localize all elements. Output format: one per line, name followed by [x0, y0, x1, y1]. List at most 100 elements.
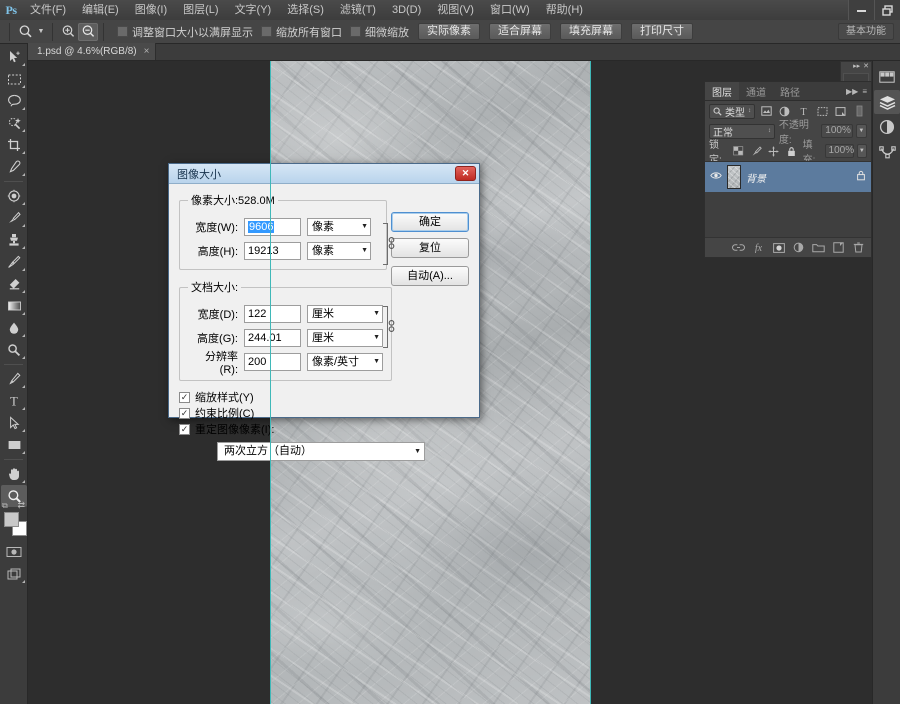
swap-colors-icon[interactable]: ⇄: [17, 500, 25, 511]
pixel-width-input[interactable]: 9606: [244, 217, 301, 236]
dialog-title-bar[interactable]: 图像大小 ✕: [169, 164, 479, 184]
ok-button[interactable]: 确定: [391, 212, 469, 232]
tab-paths[interactable]: 路径: [773, 82, 807, 100]
layer-name[interactable]: 背景: [746, 170, 766, 185]
new-layer-icon[interactable]: [832, 242, 845, 253]
doc-width-unit-select[interactable]: 厘米 ▼: [307, 304, 383, 323]
pixel-width-unit-select[interactable]: 像素 ▼: [307, 217, 371, 236]
color-swatches[interactable]: ⧉ ⇄: [0, 500, 28, 541]
blur-tool[interactable]: [1, 317, 27, 339]
clone-stamp-tool[interactable]: [1, 229, 27, 251]
spot-healing-tool[interactable]: [1, 185, 27, 207]
actual-pixels-button[interactable]: 实际像素: [418, 23, 480, 40]
reset-button[interactable]: 复位: [391, 238, 469, 258]
move-tool[interactable]: [1, 46, 27, 68]
doc-resolution-input[interactable]: 200: [244, 352, 301, 371]
table-row[interactable]: 背景: [705, 162, 871, 192]
paths-panel-icon[interactable]: [874, 140, 900, 164]
menu-layer[interactable]: 图层(L): [175, 0, 226, 20]
document-tab[interactable]: 1.psd @ 4.6%(RGB/8) ×: [28, 43, 157, 60]
tab-layers[interactable]: 图层: [705, 82, 739, 100]
lasso-tool[interactable]: [1, 90, 27, 112]
lock-image-pixels-icon[interactable]: [749, 143, 763, 159]
layer-visibility-icon[interactable]: [710, 171, 722, 183]
eraser-tool[interactable]: [1, 273, 27, 295]
panel-menu-icon[interactable]: ≡: [862, 87, 867, 96]
option-resize-windows-to-fit[interactable]: 调整窗口大小以满屏显示: [117, 24, 253, 40]
scale-styles-checkbox[interactable]: ✓: [179, 391, 190, 403]
layers-list[interactable]: 背景: [705, 161, 871, 237]
tool-preset-caret-icon[interactable]: ▼: [35, 23, 47, 41]
print-size-button[interactable]: 打印尺寸: [631, 23, 693, 40]
menu-help[interactable]: 帮助(H): [538, 0, 591, 20]
fit-screen-button[interactable]: 适合屏幕: [489, 23, 551, 40]
layer-filter-kind[interactable]: 类型 ↕: [709, 103, 755, 119]
workspace-switcher[interactable]: 基本功能: [838, 23, 894, 40]
tab-channels[interactable]: 通道: [739, 82, 773, 100]
dialog-close-button[interactable]: ✕: [455, 166, 476, 181]
image-size-dialog[interactable]: 图像大小 ✕ 确定 复位 自动(A)... 像素大小:528.0M 宽度(W):…: [168, 163, 480, 461]
new-group-icon[interactable]: [812, 243, 825, 253]
eyedropper-tool[interactable]: [1, 156, 27, 178]
marquee-tool[interactable]: [1, 68, 27, 90]
lock-transparent-pixels-icon[interactable]: [731, 143, 745, 159]
delete-layer-icon[interactable]: [852, 242, 865, 253]
doc-height-input[interactable]: 244.01: [244, 328, 301, 347]
option-zoom-all-windows[interactable]: 缩放所有窗口: [261, 24, 342, 40]
layer-style-icon[interactable]: fx: [752, 242, 765, 253]
constrain-proportions-checkbox[interactable]: ✓: [179, 407, 190, 419]
resample-image-row[interactable]: ✓ 重定图像像素(I):: [179, 421, 469, 437]
zoom-in-icon[interactable]: [58, 23, 78, 41]
menu-filter[interactable]: 滤镜(T): [332, 0, 384, 20]
pen-tool[interactable]: [1, 368, 27, 390]
auto-button[interactable]: 自动(A)...: [391, 266, 469, 286]
layers-panel-icon[interactable]: [874, 90, 900, 114]
history-brush-tool[interactable]: [1, 251, 27, 273]
menu-file[interactable]: 文件(F): [22, 0, 74, 20]
quick-selection-tool[interactable]: [1, 112, 27, 134]
quick-mask-toggle[interactable]: [1, 541, 27, 563]
close-panel-icon[interactable]: ✕: [863, 63, 869, 71]
layer-mask-icon[interactable]: [772, 242, 785, 253]
default-colors-icon[interactable]: ⧉: [2, 501, 8, 511]
doc-height-unit-select[interactable]: 厘米 ▼: [307, 328, 383, 347]
adjustments-panel-icon[interactable]: [874, 115, 900, 139]
minimize-button[interactable]: [848, 0, 874, 20]
zoom-tool-icon[interactable]: [15, 23, 35, 41]
option-scrubby-zoom[interactable]: 细微缩放: [350, 24, 409, 40]
resample-method-select[interactable]: 两次立方（自动） ▼: [217, 442, 425, 461]
link-layers-icon[interactable]: [732, 243, 745, 252]
color-panel-icon[interactable]: [874, 65, 900, 89]
close-icon[interactable]: ×: [144, 46, 150, 57]
checkbox-resize-windows[interactable]: [117, 26, 128, 37]
checkbox-scrubby-zoom[interactable]: [350, 26, 361, 37]
menu-image[interactable]: 图像(I): [127, 0, 175, 20]
menu-window[interactable]: 窗口(W): [482, 0, 538, 20]
screen-mode-toggle[interactable]: [1, 563, 27, 585]
menu-type[interactable]: 文字(Y): [227, 0, 280, 20]
rectangle-tool[interactable]: [1, 434, 27, 456]
menu-view[interactable]: 视图(V): [429, 0, 482, 20]
doc-width-input[interactable]: 122: [244, 304, 301, 323]
filter-pixel-icon[interactable]: [759, 103, 774, 119]
hand-tool[interactable]: [1, 463, 27, 485]
scale-styles-row[interactable]: ✓ 缩放样式(Y): [179, 389, 469, 405]
restore-button[interactable]: [874, 0, 900, 20]
foreground-color-swatch[interactable]: [4, 512, 19, 527]
menu-3d[interactable]: 3D(D): [384, 0, 429, 20]
crop-tool[interactable]: [1, 134, 27, 156]
type-tool[interactable]: T: [1, 390, 27, 412]
constrain-proportions-row[interactable]: ✓ 约束比例(C): [179, 405, 469, 421]
pixel-height-unit-select[interactable]: 像素 ▼: [307, 241, 371, 260]
fill-slider-button[interactable]: ▼: [856, 144, 868, 158]
adjustment-layer-icon[interactable]: [792, 242, 805, 253]
collapse-panel-icon[interactable]: ▶▶: [846, 87, 858, 96]
gradient-tool[interactable]: [1, 295, 27, 317]
dodge-tool[interactable]: [1, 339, 27, 361]
zoom-out-icon[interactable]: [78, 22, 98, 41]
lock-position-icon[interactable]: [767, 143, 781, 159]
lock-all-icon[interactable]: [785, 143, 799, 159]
resample-image-checkbox[interactable]: ✓: [179, 423, 190, 435]
path-selection-tool[interactable]: [1, 412, 27, 434]
pixel-height-input[interactable]: 19213: [244, 241, 301, 260]
